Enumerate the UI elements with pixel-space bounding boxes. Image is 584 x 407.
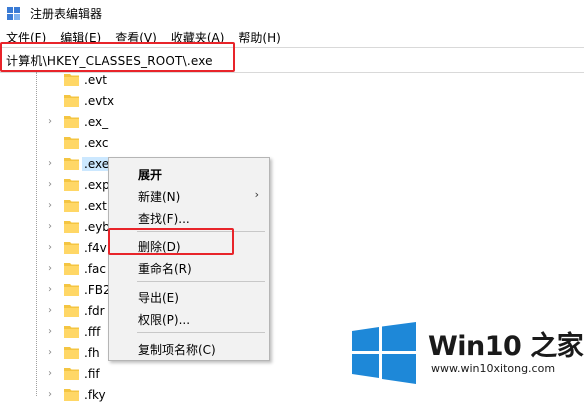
folder-icon bbox=[64, 263, 79, 275]
submenu-arrow-icon: › bbox=[254, 188, 259, 201]
menu-item-copy-key-name[interactable]: 复制项名称(C) bbox=[109, 337, 269, 359]
tree-item-label: .ext bbox=[84, 199, 107, 213]
folder-icon bbox=[64, 179, 79, 191]
folder-icon bbox=[64, 305, 79, 317]
tree-item[interactable]: › .ex_ bbox=[0, 112, 140, 134]
menu-item-new[interactable]: 新建(N) › bbox=[109, 184, 269, 206]
chevron-right-icon[interactable]: › bbox=[48, 284, 58, 296]
tree-item-label: .exp bbox=[84, 178, 110, 192]
menu-item-expand[interactable]: 展开 bbox=[109, 162, 269, 184]
chevron-right-icon[interactable]: › bbox=[48, 347, 58, 359]
menu-item-permissions[interactable]: 权限(P)... bbox=[109, 307, 269, 329]
watermark: Win10 之家 www.win10xitong.com bbox=[352, 322, 584, 384]
title-bar: 注册表编辑器 bbox=[0, 0, 584, 27]
menu-item-expand-label: 展开 bbox=[138, 168, 163, 182]
chevron-right-icon[interactable]: › bbox=[48, 179, 58, 191]
tree-item-label: .eyb bbox=[84, 220, 110, 234]
folder-icon bbox=[64, 221, 79, 233]
folder-icon bbox=[64, 242, 79, 254]
menu-item-export[interactable]: 导出(E) bbox=[109, 285, 269, 307]
menu-separator bbox=[137, 332, 265, 333]
tree-item-label: .fky bbox=[84, 388, 106, 402]
chevron-right-icon[interactable]: › bbox=[48, 221, 58, 233]
watermark-url: www.win10xitong.com bbox=[431, 362, 556, 375]
folder-icon bbox=[64, 326, 79, 338]
tree-item-label: .f4v bbox=[84, 241, 107, 255]
folder-icon bbox=[64, 116, 79, 128]
menu-item-find-label: 查找(F)... bbox=[138, 212, 190, 226]
menu-help[interactable]: 帮助(H) bbox=[231, 29, 287, 46]
tree-item-label: .exe bbox=[82, 157, 112, 171]
folder-icon bbox=[64, 158, 79, 170]
folder-icon bbox=[64, 389, 79, 401]
tree-item-label: .FB2 bbox=[84, 283, 111, 297]
windows-logo-icon bbox=[352, 322, 416, 384]
registry-editor-icon bbox=[7, 6, 20, 20]
folder-icon bbox=[64, 95, 79, 107]
folder-icon bbox=[64, 200, 79, 212]
window-title: 注册表编辑器 bbox=[30, 7, 103, 21]
tree-item-label: .fh bbox=[84, 346, 100, 360]
chevron-right-icon[interactable]: › bbox=[48, 326, 58, 338]
menu-item-find[interactable]: 查找(F)... bbox=[109, 206, 269, 228]
menu-item-copy-key-name-label: 复制项名称(C) bbox=[138, 343, 216, 357]
menu-item-permissions-label: 权限(P)... bbox=[138, 313, 191, 327]
chevron-right-icon[interactable]: › bbox=[48, 200, 58, 212]
folder-icon bbox=[64, 284, 79, 296]
tree-item-label: .ex_ bbox=[84, 115, 109, 129]
delete-highlight-box bbox=[108, 228, 234, 255]
tree-item-label: .evt bbox=[84, 73, 108, 87]
tree-item-label: .fff bbox=[84, 325, 101, 339]
tree-item[interactable]: .evt bbox=[0, 70, 140, 92]
menu-item-new-label: 新建(N) bbox=[138, 190, 181, 204]
menu-item-rename-label: 重命名(R) bbox=[138, 262, 192, 276]
menu-item-rename[interactable]: 重命名(R) bbox=[109, 256, 269, 278]
tree-item-label: .fac bbox=[84, 262, 106, 276]
address-highlight-box bbox=[0, 42, 235, 72]
menu-separator bbox=[137, 281, 265, 282]
chevron-right-icon[interactable]: › bbox=[48, 263, 58, 275]
context-menu: 展开 新建(N) › 查找(F)... 删除(D) 重命名(R) 导出(E) 权… bbox=[108, 157, 270, 361]
folder-icon bbox=[64, 347, 79, 359]
chevron-right-icon[interactable]: › bbox=[48, 158, 58, 170]
chevron-right-icon[interactable]: › bbox=[48, 242, 58, 254]
folder-icon bbox=[64, 74, 79, 86]
chevron-right-icon[interactable]: › bbox=[48, 389, 58, 401]
folder-icon bbox=[64, 137, 79, 149]
tree-item[interactable]: › .fky bbox=[0, 385, 140, 407]
tree-item-label: .exc bbox=[84, 136, 109, 150]
tree-item-label: .evtx bbox=[84, 94, 115, 108]
chevron-right-icon[interactable]: › bbox=[48, 305, 58, 317]
tree-item-label: .fdr bbox=[84, 304, 105, 318]
watermark-title: Win10 之家 bbox=[428, 331, 584, 362]
chevron-right-icon[interactable]: › bbox=[48, 116, 58, 128]
tree-item[interactable]: .exc bbox=[0, 133, 140, 155]
menu-item-export-label: 导出(E) bbox=[138, 291, 179, 305]
tree-item[interactable]: .evtx bbox=[0, 91, 140, 113]
